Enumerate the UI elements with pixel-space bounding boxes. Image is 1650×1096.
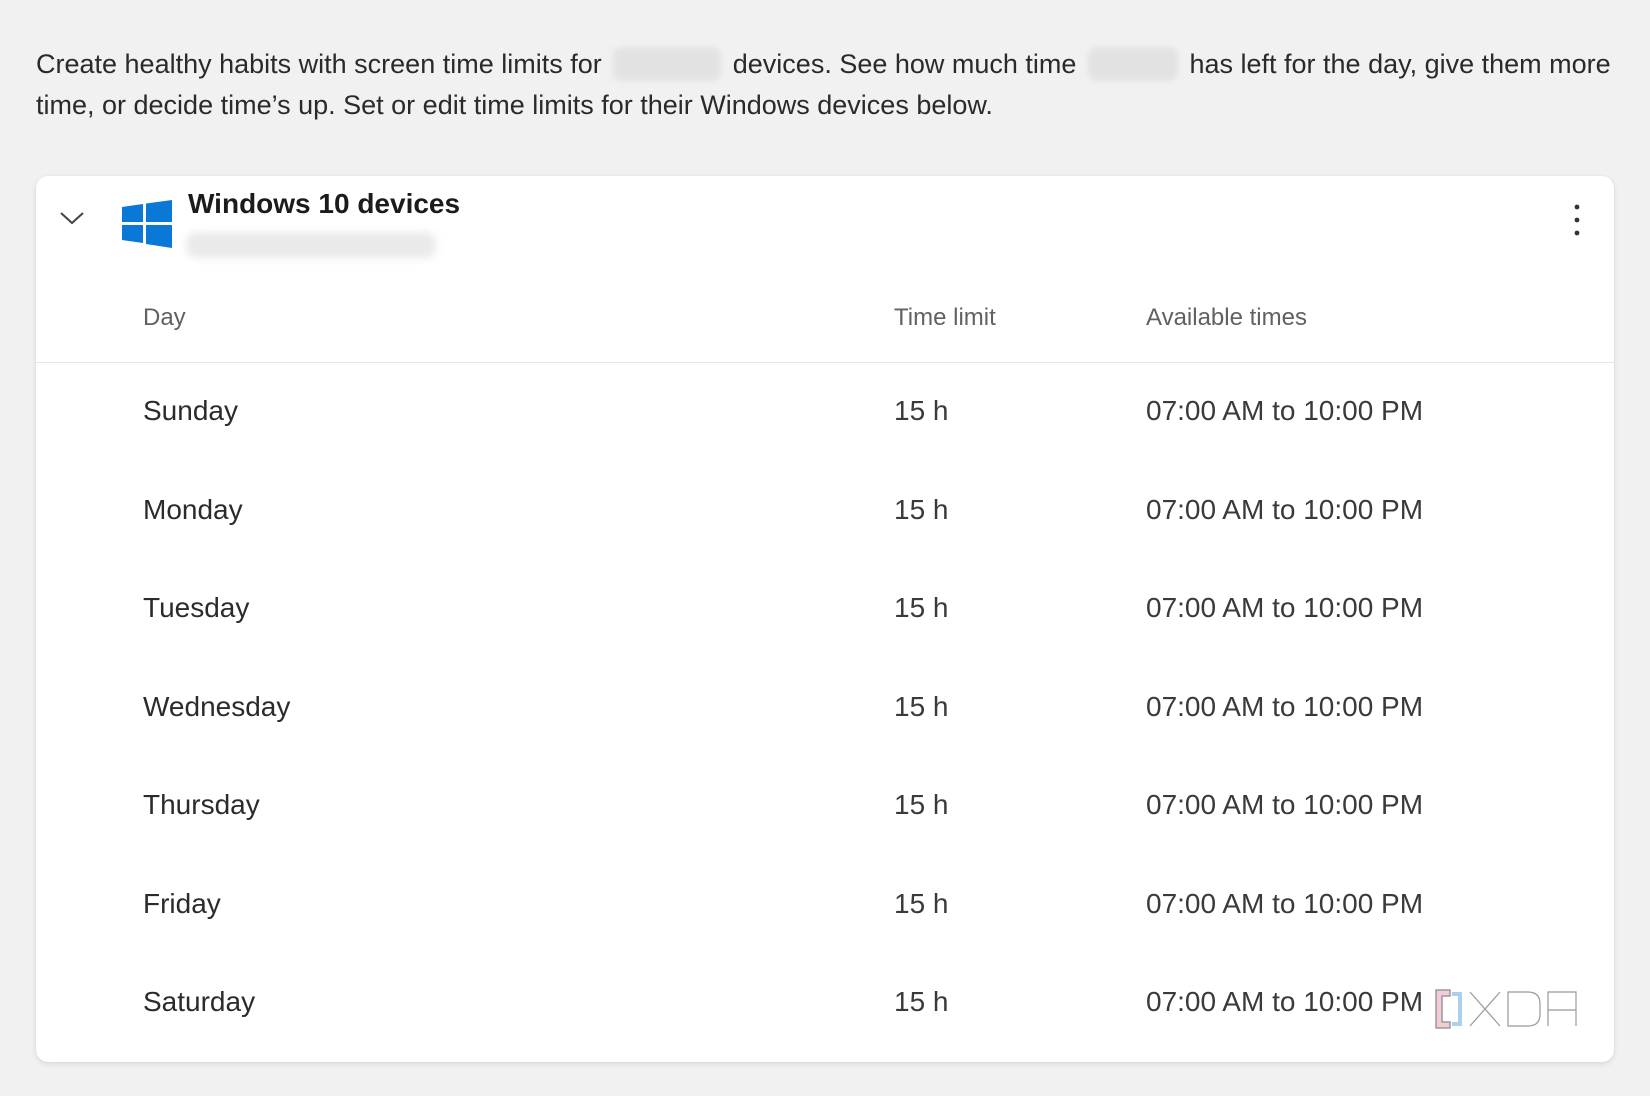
header-available-times: Available times — [1146, 304, 1307, 331]
time-limit-cell: 15 h — [894, 887, 949, 919]
header-day: Day — [143, 304, 186, 331]
table-row[interactable]: Thursday 15 h 07:00 AM to 10:00 PM — [36, 757, 1614, 856]
header-time-limit: Time limit — [894, 304, 996, 331]
day-cell: Tuesday — [143, 592, 250, 623]
redacted-name — [613, 47, 722, 81]
time-limit-cell: 15 h — [894, 690, 949, 722]
available-times-cell: 07:00 AM to 10:00 PM — [1146, 592, 1424, 623]
redacted-name — [1087, 47, 1178, 81]
xda-watermark-logo — [1430, 984, 1590, 1034]
intro-part-2: devices. See how much time — [732, 49, 1077, 79]
device-card-header[interactable]: Windows 10 devices — [36, 176, 1614, 286]
time-limit-cell: 15 h — [894, 493, 949, 525]
available-times-cell: 07:00 AM to 10:00 PM — [1146, 986, 1424, 1017]
available-times-cell: 07:00 AM to 10:00 PM — [1146, 690, 1424, 722]
available-times-cell: 07:00 AM to 10:00 PM — [1146, 789, 1424, 820]
day-cell: Wednesday — [143, 690, 291, 722]
time-limit-cell: 15 h — [894, 789, 949, 820]
day-cell: Thursday — [143, 789, 260, 820]
more-options-icon[interactable] — [1562, 200, 1592, 240]
table-row[interactable]: Friday 15 h 07:00 AM to 10:00 PM — [36, 856, 1614, 955]
day-cell: Saturday — [143, 986, 256, 1017]
chevron-down-icon[interactable] — [56, 202, 88, 234]
time-limit-cell: 15 h — [894, 986, 949, 1017]
table-row[interactable]: Sunday 15 h 07:00 AM to 10:00 PM — [36, 363, 1614, 462]
schedule-table: Day Time limit Available times Sunday 15… — [36, 286, 1614, 1053]
day-cell: Sunday — [143, 395, 238, 426]
table-row[interactable]: Monday 15 h 07:00 AM to 10:00 PM — [36, 462, 1614, 561]
windows-logo-icon — [122, 200, 172, 248]
table-row[interactable]: Saturday 15 h 07:00 AM to 10:00 PM — [36, 954, 1614, 1053]
time-limit-cell: 15 h — [894, 592, 949, 623]
redacted-subtitle — [186, 232, 436, 258]
device-card: Windows 10 devices Day Time limit Availa… — [36, 176, 1614, 1062]
day-cell: Friday — [143, 887, 221, 919]
device-group-title: Windows 10 devices — [188, 188, 461, 219]
time-limit-cell: 15 h — [894, 395, 949, 426]
table-row[interactable]: Tuesday 15 h 07:00 AM to 10:00 PM — [36, 560, 1614, 659]
day-cell: Monday — [143, 493, 243, 525]
intro-part-1: Create healthy habits with screen time l… — [36, 49, 602, 79]
available-times-cell: 07:00 AM to 10:00 PM — [1146, 887, 1424, 919]
intro-text: Create healthy habits with screen time l… — [36, 44, 1616, 126]
table-header: Day Time limit Available times — [36, 286, 1614, 363]
table-row[interactable]: Wednesday 15 h 07:00 AM to 10:00 PM — [36, 659, 1614, 758]
available-times-cell: 07:00 AM to 10:00 PM — [1146, 493, 1424, 525]
available-times-cell: 07:00 AM to 10:00 PM — [1146, 395, 1424, 426]
